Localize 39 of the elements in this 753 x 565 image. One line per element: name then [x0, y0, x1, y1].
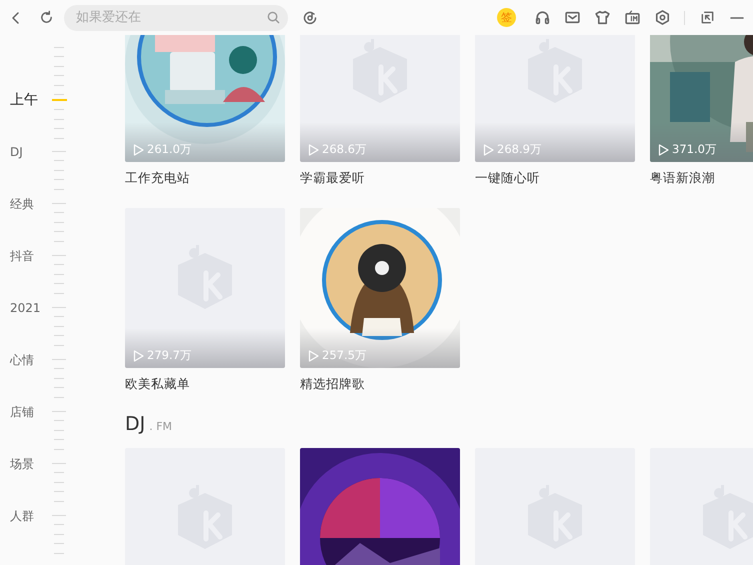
play-count: 261.0万 [133, 142, 192, 157]
play-icon [308, 144, 319, 156]
headphones-icon[interactable] [534, 9, 550, 26]
nav-item[interactable]: 场景 [0, 456, 52, 472]
nav-item[interactable]: 人群 [0, 508, 52, 524]
section-subtitle: . FM [149, 420, 172, 433]
refresh-icon[interactable] [38, 10, 54, 25]
nav-item[interactable]: 上午 [0, 92, 52, 108]
play-icon [658, 144, 669, 156]
play-icon [133, 144, 144, 156]
play-count: 268.6万 [308, 142, 367, 157]
search-bar[interactable]: 如果爱还在 [64, 4, 288, 30]
mini-mode-icon[interactable] [700, 10, 714, 25]
playlist-name[interactable]: 学霸最爱听 [300, 171, 460, 185]
play-count: 268.9万 [483, 142, 542, 157]
section-title: DJ [125, 414, 146, 434]
nav-item[interactable]: 经典 [0, 196, 52, 212]
nav-item[interactable]: 抖音 [0, 248, 52, 264]
play-icon [133, 350, 144, 362]
playlist-name[interactable]: 欧美私藏单 [125, 377, 285, 391]
play-count: 257.5万 [308, 348, 367, 363]
playlist-name[interactable]: 工作充电站 [125, 171, 285, 185]
search-input[interactable]: 如果爱还在 [74, 9, 267, 26]
nav-item[interactable]: 2021 [0, 300, 52, 316]
playlist-name[interactable]: 精选招牌歌 [300, 377, 460, 391]
settings-icon[interactable] [654, 9, 670, 26]
playlist-name[interactable]: 一键随心听 [475, 171, 635, 185]
disc-icon[interactable] [302, 10, 318, 26]
play-count: 371.0万 [658, 142, 717, 157]
shirt-icon[interactable] [594, 9, 610, 26]
play-icon [308, 350, 319, 362]
mail-icon[interactable] [564, 9, 580, 26]
play-icon [483, 144, 494, 156]
tv-icon[interactable] [624, 9, 640, 26]
playlist-name[interactable]: 粤语新浪潮 [650, 171, 753, 185]
nav-item[interactable]: 店铺 [0, 404, 52, 420]
nav-item[interactable]: DJ [0, 144, 52, 160]
play-count: 279.7万 [133, 348, 192, 363]
nav-item[interactable]: 心情 [0, 352, 52, 368]
